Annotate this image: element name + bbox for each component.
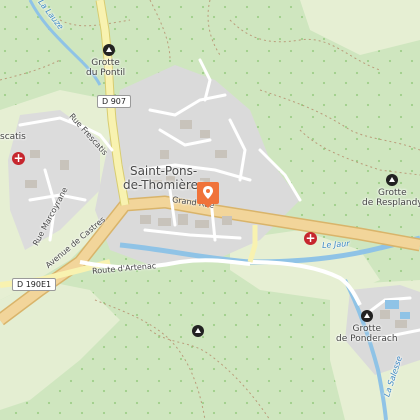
cave-icon[interactable] (386, 174, 398, 186)
map-canvas[interactable]: Saint-Pons- de-Thomières D 907 D 190E1 G… (0, 0, 420, 420)
river-label-jaur: Le Jaur (321, 239, 350, 250)
cave-icon[interactable] (192, 325, 204, 337)
poi-resplandy-line2: de Resplandy (362, 198, 420, 208)
road-shield-d190e1: D 190E1 (12, 278, 57, 291)
pharmacy-icon[interactable]: + (304, 232, 317, 245)
poi-label-grotte-de-ponderach[interactable]: Grotte de Ponderach (336, 324, 398, 344)
map-base-layer (0, 0, 420, 420)
poi-ponderach-line1: Grotte (352, 324, 382, 334)
poi-pontil-line2: du Pontil (86, 68, 126, 78)
pharmacy-icon[interactable]: + (12, 152, 25, 165)
poi-pontil-line1: Grotte (91, 58, 120, 68)
town-label-line1: Saint-Pons- (129, 164, 198, 178)
poi-resplandy-line1: Grotte (378, 188, 407, 198)
town-label-line2: de-Thomières (123, 178, 205, 192)
cave-icon[interactable] (361, 310, 373, 322)
poi-label-frescatis[interactable]: scatis (0, 132, 26, 142)
poi-label-grotte-du-pontil[interactable]: Grotte du Pontil (86, 58, 125, 78)
road-shield-d907: D 907 (97, 95, 131, 108)
cave-icon[interactable] (103, 44, 115, 56)
poi-label-grotte-de-resplandy[interactable]: Grotte de Resplandy (362, 188, 420, 208)
poi-ponderach-line2: de Ponderach (336, 334, 398, 344)
town-label: Saint-Pons- de-Thomières (123, 164, 204, 192)
location-marker-icon[interactable] (197, 182, 219, 208)
